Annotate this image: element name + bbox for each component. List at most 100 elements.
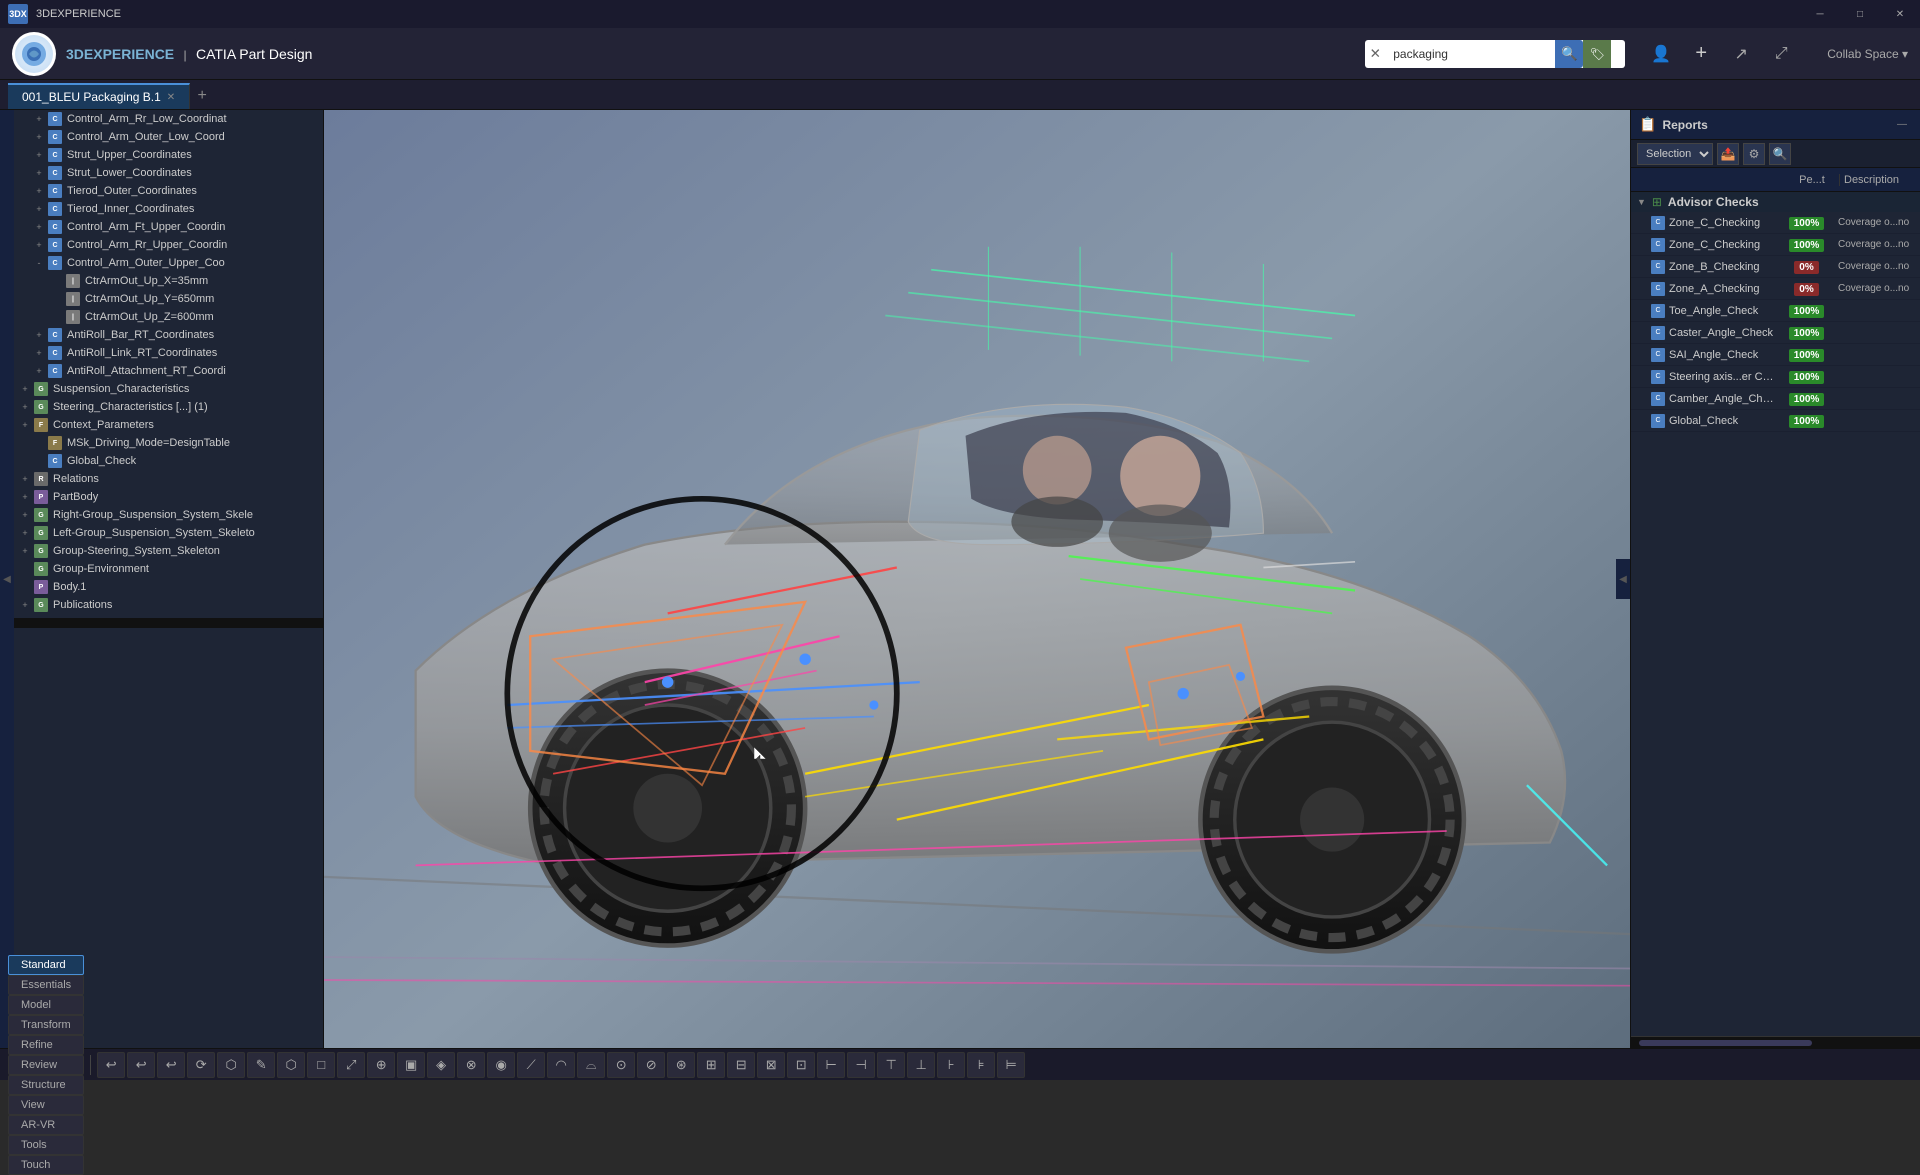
toolbar-icon-25[interactable]: ⊣ [847,1052,875,1078]
bottom-tab-transform[interactable]: Transform [8,1015,84,1035]
bottom-tab-model[interactable]: Model [8,995,84,1015]
tree-item-group-environment[interactable]: GGroup-Environment [14,560,323,578]
advisor-checks-section[interactable]: ▼ ⊞ Advisor Checks [1631,192,1920,212]
report-row[interactable]: CCamber_Angle_Check100% [1631,388,1920,410]
add-icon[interactable]: + [1685,38,1717,70]
tree-item-left-group[interactable]: +GLeft-Group_Suspension_System_Skeleto [14,524,323,542]
toolbar-icon-14[interactable]: ⟋ [517,1052,545,1078]
tree-scrollbar[interactable] [14,618,323,628]
search-bar[interactable]: ✕ 🔍 🏷 [1365,40,1625,68]
tree-item-ctrarmout-x[interactable]: |CtrArmOut_Up_X=35mm [14,272,323,290]
tree-item-control-arm-rr-low[interactable]: +CControl_Arm_Rr_Low_Coordinat [14,110,323,128]
bottom-tab-review[interactable]: Review [8,1055,84,1075]
bottom-tab-touch[interactable]: Touch [8,1155,84,1175]
right-panel-toggle[interactable]: ◀ [1616,559,1630,599]
toolbar-icon-22[interactable]: ⊠ [757,1052,785,1078]
toolbar-icon-7[interactable]: □ [307,1052,335,1078]
search-submit-button[interactable]: 🔍 [1555,40,1583,68]
toolbar-icon-27[interactable]: ⊥ [907,1052,935,1078]
report-row[interactable]: CZone_B_Checking0%Coverage o...no [1631,256,1920,278]
toolbar-icon-3[interactable]: ⟳ [187,1052,215,1078]
tree-item-control-arm-outer-upper[interactable]: -CControl_Arm_Outer_Upper_Coo [14,254,323,272]
share-icon[interactable]: ↗ [1725,38,1757,70]
bottom-tab-ar-vr[interactable]: AR-VR [8,1115,84,1135]
toolbar-icon-6[interactable]: ⬡ [277,1052,305,1078]
tree-item-group-steering[interactable]: +GGroup-Steering_System_Skeleton [14,542,323,560]
bottom-tab-structure[interactable]: Structure [8,1075,84,1095]
toolbar-icon-15[interactable]: ◠ [547,1052,575,1078]
toolbar-icon-1[interactable]: ↩ [127,1052,155,1078]
tree-item-strut-lower[interactable]: +CStrut_Lower_Coordinates [14,164,323,182]
report-row[interactable]: CSteering axis...er Control_Arm100% [1631,366,1920,388]
tree-item-tierod-outer[interactable]: +CTierod_Outer_Coordinates [14,182,323,200]
toolbar-icon-17[interactable]: ⊙ [607,1052,635,1078]
toolbar-icon-28[interactable]: ⊦ [937,1052,965,1078]
toolbar-icon-16[interactable]: ⌓ [577,1052,605,1078]
tree-item-antiroll-bar[interactable]: +CAntiRoll_Bar_RT_Coordinates [14,326,323,344]
reports-toolbar-btn3[interactable]: 🔍 [1769,143,1791,165]
tree-item-msk-driving[interactable]: FMSk_Driving_Mode=DesignTable [14,434,323,452]
tree-item-ctrarmout-y[interactable]: |CtrArmOut_Up_Y=650mm [14,290,323,308]
tree-item-relations[interactable]: +RRelations [14,470,323,488]
toolbar-icon-13[interactable]: ◉ [487,1052,515,1078]
bottom-tab-view[interactable]: View [8,1095,84,1115]
maximize-button[interactable]: □ [1840,0,1880,28]
search-input[interactable] [1385,41,1555,67]
report-row[interactable]: CSAI_Angle_Check100% [1631,344,1920,366]
toolbar-icon-21[interactable]: ⊟ [727,1052,755,1078]
report-row[interactable]: CToe_Angle_Check100% [1631,300,1920,322]
tab-main[interactable]: 001_BLEU Packaging B.1 ✕ [8,83,190,109]
expand-icon[interactable]: ⤢ [1765,38,1797,70]
reports-dropdown[interactable]: Selection [1637,143,1713,165]
collab-space[interactable]: Collab Space ▾ [1827,47,1908,61]
toolbar-icon-8[interactable]: ⤢ [337,1052,365,1078]
toolbar-icon-20[interactable]: ⊞ [697,1052,725,1078]
toolbar-icon-10[interactable]: ▣ [397,1052,425,1078]
bottom-tab-standard[interactable]: Standard [8,955,84,975]
user-icon[interactable]: 👤 [1645,38,1677,70]
tree-item-right-group[interactable]: +GRight-Group_Suspension_System_Skele [14,506,323,524]
tree-item-partbody[interactable]: +PPartBody [14,488,323,506]
report-row[interactable]: CZone_C_Checking100%Coverage o...no [1631,234,1920,256]
report-row[interactable]: CCaster_Angle_Check100% [1631,322,1920,344]
toolbar-icon-12[interactable]: ⊗ [457,1052,485,1078]
tag-button[interactable]: 🏷 [1583,40,1611,68]
tree-item-publications[interactable]: +GPublications [14,596,323,614]
viewport[interactable]: X Z Y ◀ [324,110,1630,1048]
toolbar-icon-9[interactable]: ⊕ [367,1052,395,1078]
bottom-tab-essentials[interactable]: Essentials [8,975,84,995]
reports-scrollbar[interactable] [1631,1036,1920,1048]
tree-item-antiroll-attach[interactable]: +CAntiRoll_Attachment_RT_Coordi [14,362,323,380]
tree-item-global-check[interactable]: CGlobal_Check [14,452,323,470]
tree-item-strut-upper[interactable]: +CStrut_Upper_Coordinates [14,146,323,164]
toolbar-icon-4[interactable]: ⬡ [217,1052,245,1078]
tree-item-suspension-char[interactable]: +GSuspension_Characteristics [14,380,323,398]
bottom-tab-refine[interactable]: Refine [8,1035,84,1055]
tree-item-tierod-inner[interactable]: +CTierod_Inner_Coordinates [14,200,323,218]
tree-item-control-arm-ft-upper[interactable]: +CControl_Arm_Ft_Upper_Coordin [14,218,323,236]
toolbar-icon-2[interactable]: ↩ [157,1052,185,1078]
search-clear-button[interactable]: ✕ [1365,40,1385,68]
tree-item-body-1[interactable]: PBody.1 [14,578,323,596]
toolbar-icon-5[interactable]: ✎ [247,1052,275,1078]
tree-item-ctrarmout-z[interactable]: |CtrArmOut_Up_Z=600mm [14,308,323,326]
tree-item-control-arm-rr-upper[interactable]: +CControl_Arm_Rr_Upper_Coordin [14,236,323,254]
reports-scrollbar-thumb[interactable] [1639,1040,1812,1046]
toolbar-icon-26[interactable]: ⊤ [877,1052,905,1078]
reports-toolbar-btn1[interactable]: 📤 [1717,143,1739,165]
tree-item-antiroll-link[interactable]: +CAntiRoll_Link_RT_Coordinates [14,344,323,362]
toolbar-icon-23[interactable]: ⊡ [787,1052,815,1078]
toolbar-icon-18[interactable]: ⊘ [637,1052,665,1078]
tree-item-context-params[interactable]: +FContext_Parameters [14,416,323,434]
tree-item-steering-char[interactable]: +GSteering_Characteristics [...] (1) [14,398,323,416]
toolbar-icon-19[interactable]: ⊛ [667,1052,695,1078]
close-button[interactable]: ✕ [1880,0,1920,28]
report-row[interactable]: CZone_C_Checking100%Coverage o...no [1631,212,1920,234]
reports-toolbar-btn2[interactable]: ⚙ [1743,143,1765,165]
report-row[interactable]: CGlobal_Check100% [1631,410,1920,432]
toolbar-icon-24[interactable]: ⊢ [817,1052,845,1078]
report-row[interactable]: CZone_A_Checking0%Coverage o...no [1631,278,1920,300]
bottom-tab-tools[interactable]: Tools [8,1135,84,1155]
minimize-button[interactable]: ─ [1800,0,1840,28]
toolbar-icon-30[interactable]: ⊨ [997,1052,1025,1078]
